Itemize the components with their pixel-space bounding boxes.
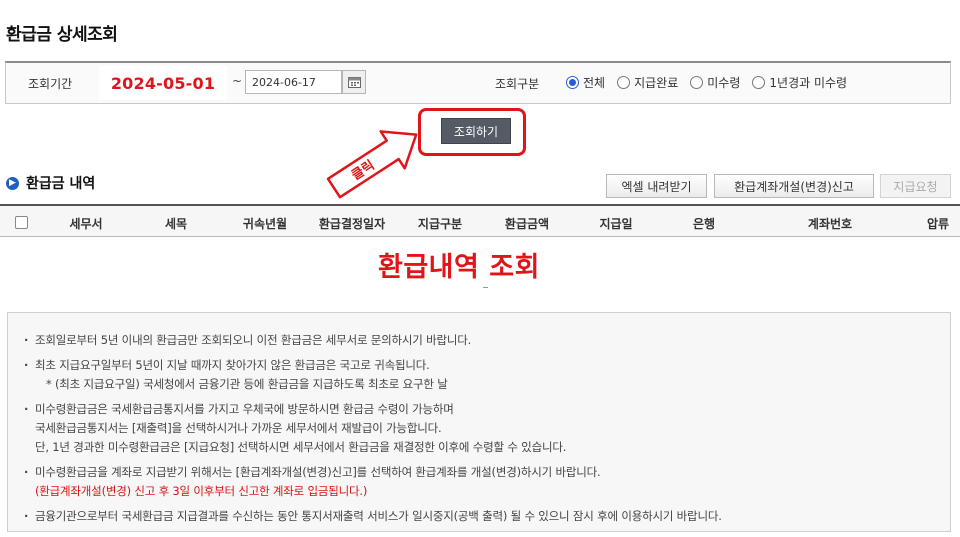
notice-item: 최초 지급요구일부터 5년이 지날 때까지 찾아가지 않은 환급금은 국고로 귀… — [24, 356, 950, 375]
column-header[interactable]: 은행 — [693, 215, 715, 232]
notice-item: 금융기관으로부터 국세환급금 지급결과를 수신하는 동안 통지서재출력 서비스가… — [24, 507, 950, 526]
notice-item: 미수령환급금을 계좌로 지급받기 위해서는 [환급계좌개설(변경)신고]를 선택… — [24, 463, 950, 482]
excel-download-button[interactable]: 엑셀 내려받기 — [606, 174, 707, 198]
type-label: 조회구분 — [495, 77, 540, 91]
notice-box: 조회일로부터 5년 이내의 환급금만 조회되오니 이전 환급금은 세무서로 문의… — [7, 312, 951, 532]
notice-item: 미수령환급금은 국세환급금통지서를 가지고 우체국에 방문하시면 환급금 수령이… — [24, 400, 950, 419]
radio-paid-label: 지급완료 — [634, 76, 679, 90]
click-arrow-annotation: 클릭 — [326, 130, 418, 199]
column-header[interactable]: 세무서 — [69, 215, 102, 232]
empty-table-indicator — [483, 287, 488, 288]
radio-year-unclaimed[interactable]: 1년경과 미수령 — [752, 74, 847, 91]
select-all-checkbox[interactable] — [15, 216, 28, 229]
date-range-separator: ~ — [232, 74, 243, 88]
column-header[interactable]: 지급구분 — [418, 215, 462, 232]
period-label: 조회기간 — [28, 77, 73, 91]
search-panel: 조회기간 2024-05-01 ~ 2024-06-17 조회구분 전체 지급완… — [5, 61, 951, 104]
search-button[interactable]: 조회하기 — [441, 118, 511, 144]
radio-unclaimed[interactable]: 미수령 — [690, 74, 740, 91]
notice-item: 조회일로부터 5년 이내의 환급금만 조회되오니 이전 환급금은 세무서로 문의… — [24, 331, 950, 350]
column-header[interactable]: 세목 — [165, 215, 187, 232]
radio-selected-icon — [566, 76, 579, 89]
column-header[interactable]: 환급금액 — [505, 215, 549, 232]
radio-paid[interactable]: 지급완료 — [617, 74, 678, 91]
refund-table-header: 세무서 세목 귀속년월 환급결정일자 지급구분 환급금액 지급일 은행 계좌번호… — [0, 204, 960, 237]
radio-icon — [752, 76, 766, 89]
radio-unclaimed-label: 미수령 — [707, 76, 741, 90]
radio-all-label: 전체 — [583, 76, 606, 90]
column-header[interactable]: 지급일 — [599, 215, 632, 232]
notice-subitem: 단, 1년 경과한 미수령환급금은 [지급요청] 선택하시면 세무서에서 환급금… — [35, 440, 567, 454]
arrow-right-circle-icon: ▶ — [6, 176, 19, 190]
payment-request-button[interactable]: 지급요청 — [880, 174, 951, 198]
column-header[interactable]: 압류 — [927, 215, 949, 232]
radio-all[interactable]: 전체 — [566, 74, 605, 91]
column-header[interactable]: 환급결정일자 — [319, 215, 385, 232]
notice-subitem: 국세환급금통지서는 [재출력]을 선택하시거나 가까운 세무서에서 재발급이 가… — [35, 421, 442, 435]
calendar-icon[interactable] — [342, 70, 366, 94]
page-title: 환급금 상세조회 — [6, 25, 118, 45]
radio-icon — [690, 76, 704, 89]
section-title: ▶ 환급금 내역 — [6, 173, 95, 193]
column-header[interactable]: 계좌번호 — [808, 215, 852, 232]
radio-year-unclaimed-label: 1년경과 미수령 — [769, 76, 848, 90]
start-date-field[interactable]: 2024-05-01 — [99, 66, 227, 100]
notice-subitem: * (최초 지급요구일) 국세청에서 금융기관 등에 환급금을 지급하도록 최초… — [46, 377, 448, 391]
radio-icon — [617, 76, 631, 89]
refund-account-button[interactable]: 환급계좌개설(변경)신고 — [714, 174, 874, 198]
overlay-caption: 환급내역 조회 — [378, 252, 540, 283]
end-date-field[interactable]: 2024-06-17 — [245, 70, 342, 94]
section-title-text: 환급금 내역 — [26, 176, 96, 192]
notice-subitem-red: (환급계좌개설(변경) 신고 후 3일 이후부터 신고한 계좌로 입금됩니다.) — [35, 484, 368, 498]
type-radio-group: 전체 지급완료 미수령 1년경과 미수령 — [566, 74, 859, 91]
column-header[interactable]: 귀속년월 — [243, 215, 287, 232]
